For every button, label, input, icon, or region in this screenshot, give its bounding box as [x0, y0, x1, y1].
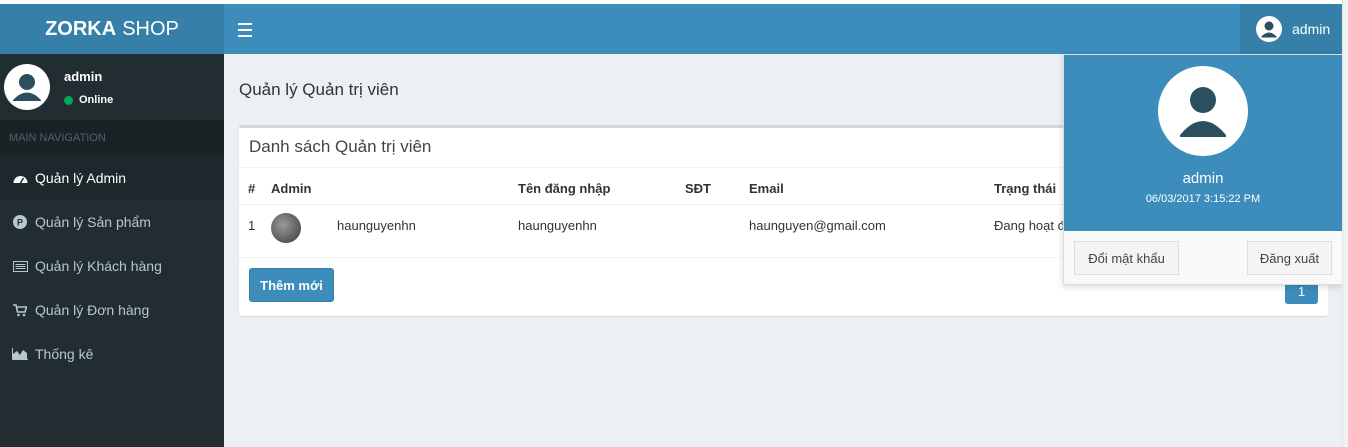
- cell-status: Đang hoạt đ: [994, 218, 1065, 233]
- column-header-phone: SĐT: [685, 181, 711, 196]
- user-menu-name: admin: [1292, 21, 1331, 37]
- sidebar-item-customers[interactable]: Quản lý Khách hàng: [0, 244, 224, 288]
- main-header: ZORKA SHOP admin: [0, 4, 1342, 54]
- page-title: Quản lý Quản trị viên: [239, 80, 399, 99]
- column-header-email: Email: [749, 181, 784, 196]
- logo-rest: SHOP: [122, 17, 179, 40]
- user-icon: [1180, 87, 1226, 137]
- sidebar-item-orders[interactable]: Quản lý Đơn hàng: [0, 288, 224, 332]
- sidebar-item-label: Quản lý Admin: [35, 170, 127, 186]
- cell-admin-name: haunguyenhn: [337, 218, 416, 233]
- logo-bold: ZORKA: [45, 17, 117, 40]
- dropdown-avatar: [1158, 66, 1248, 156]
- user-dropdown-footer: Đổi mật khẩu Đăng xuất: [1064, 231, 1342, 284]
- cell-email: haunguyen@gmail.com: [749, 218, 886, 233]
- admin-thumbnail: [271, 213, 301, 243]
- add-new-button[interactable]: Thêm mới: [249, 268, 334, 302]
- column-header-username: Tên đăng nhập: [518, 181, 611, 196]
- sidebar-item-products[interactable]: P Quản lý Sản phẩm: [0, 200, 224, 244]
- online-label: Online: [79, 94, 114, 106]
- user-dropdown: admin 06/03/2017 3:15:22 PM Đổi mật khẩu…: [1063, 54, 1343, 285]
- online-status: Online: [64, 94, 113, 106]
- dropdown-user-name: admin: [1182, 170, 1224, 187]
- nav-header: MAIN NAVIGATION: [0, 120, 224, 156]
- sidebar: admin Online MAIN NAVIGATION Quản lý Adm…: [0, 54, 224, 447]
- dropdown-login-time: 06/03/2017 3:15:22 PM: [1145, 193, 1261, 205]
- sidebar-item-label: Quản lý Đơn hàng: [35, 302, 150, 318]
- product-p-icon: P: [12, 215, 28, 229]
- sidebar-toggle-icon[interactable]: [238, 19, 252, 39]
- svg-text:P: P: [17, 218, 23, 228]
- column-header-admin: Admin: [271, 181, 312, 196]
- user-menu-toggle[interactable]: admin: [1240, 4, 1342, 54]
- sidebar-item-label: Quản lý Sản phẩm: [35, 214, 151, 230]
- dashboard-icon: [12, 171, 28, 185]
- cell-username: haunguyenhn: [518, 218, 597, 233]
- user-dropdown-header: admin 06/03/2017 3:15:22 PM: [1064, 55, 1342, 231]
- logout-button[interactable]: Đăng xuất: [1247, 241, 1332, 275]
- box-title: Danh sách Quản trị viên: [249, 137, 432, 156]
- logo[interactable]: ZORKA SHOP: [0, 4, 224, 54]
- change-password-button[interactable]: Đổi mật khẩu: [1074, 241, 1179, 275]
- cart-icon: [12, 303, 28, 317]
- avatar: [4, 64, 50, 110]
- area-chart-icon: [12, 347, 28, 361]
- sidebar-item-label: Quản lý Khách hàng: [35, 258, 162, 274]
- top-navbar: admin: [224, 4, 1342, 54]
- page-scrollbar[interactable]: [1342, 0, 1348, 447]
- list-icon: [12, 259, 28, 273]
- cell-index: 1: [248, 218, 256, 233]
- sidebar-item-label: Thống kê: [35, 346, 94, 362]
- column-header-index: #: [248, 181, 256, 196]
- sidebar-item-admin[interactable]: Quản lý Admin: [0, 156, 224, 200]
- sidebar-user-name: admin: [64, 69, 103, 84]
- user-panel: admin Online: [0, 54, 224, 120]
- online-dot-icon: [64, 95, 73, 105]
- column-header-status: Trạng thái: [994, 181, 1057, 196]
- sidebar-item-stats[interactable]: Thống kê: [0, 332, 224, 376]
- user-circle-icon: [1256, 16, 1282, 42]
